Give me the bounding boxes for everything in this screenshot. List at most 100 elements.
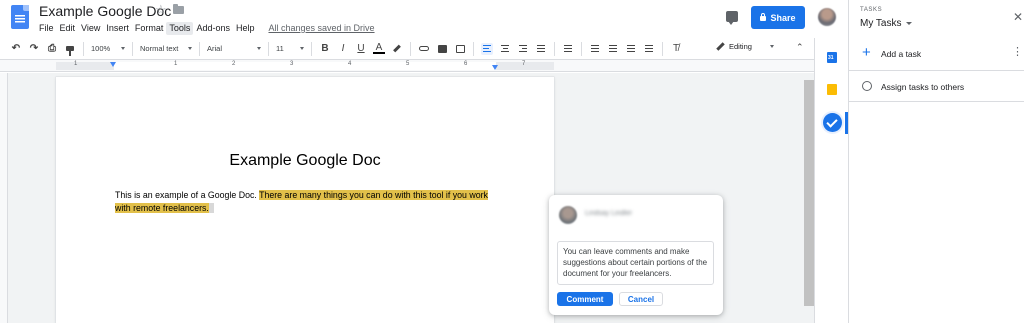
menu-format[interactable]: Format bbox=[132, 22, 167, 35]
menu-view[interactable]: View bbox=[78, 22, 103, 35]
collapse-toolbar-icon[interactable]: ⌃ bbox=[796, 42, 804, 53]
underline-button[interactable]: U bbox=[355, 43, 367, 55]
ruler-mark: 5 bbox=[406, 61, 410, 67]
add-task-row[interactable]: + Add a task ⋮ bbox=[849, 38, 1024, 71]
toolbar-divider bbox=[268, 41, 269, 56]
ruler-mark: 1 bbox=[174, 61, 178, 67]
chevron-down-icon bbox=[905, 22, 912, 25]
close-icon[interactable]: ✕ bbox=[1013, 11, 1023, 23]
align-left-icon[interactable] bbox=[481, 42, 493, 55]
menu-file[interactable]: File bbox=[39, 22, 57, 35]
keep-icon[interactable] bbox=[827, 84, 837, 95]
editing-mode-select[interactable]: Editing bbox=[716, 42, 774, 51]
add-comment-icon[interactable] bbox=[436, 43, 448, 55]
horizontal-ruler: 1 1 2 3 4 5 6 7 bbox=[0, 60, 814, 72]
document-title[interactable]: Example Google Doc bbox=[39, 3, 171, 19]
vertical-ruler bbox=[0, 73, 8, 323]
right-indent-marker[interactable] bbox=[492, 65, 498, 70]
link-icon[interactable] bbox=[418, 43, 430, 55]
document-heading[interactable]: Example Google Doc bbox=[56, 152, 554, 170]
comment-cancel-button[interactable]: Cancel bbox=[619, 292, 663, 306]
share-label: Share bbox=[770, 12, 796, 23]
assign-tasks-label: Assign tasks to others bbox=[881, 82, 965, 92]
paint-format-icon[interactable] bbox=[64, 43, 76, 56]
side-panel-rail bbox=[814, 38, 848, 323]
increase-indent-icon[interactable] bbox=[643, 43, 655, 55]
menu-addons[interactable]: Add-ons bbox=[193, 22, 233, 35]
selection-caret bbox=[208, 203, 214, 213]
align-right-icon[interactable] bbox=[517, 43, 529, 55]
undo-icon[interactable]: ↶ bbox=[10, 43, 22, 55]
toolbar-divider bbox=[83, 41, 84, 56]
font-select[interactable]: Arial bbox=[204, 42, 264, 56]
document-page[interactable]: Example Google Doc This is an example of… bbox=[56, 77, 554, 323]
docs-logo-icon[interactable] bbox=[11, 5, 29, 29]
formatting-toolbar: ↶ ↷ ⎙ 100% Normal text Arial 11 B I U A … bbox=[0, 38, 814, 60]
tasks-icon[interactable] bbox=[823, 113, 842, 132]
font-value: Arial bbox=[207, 44, 223, 53]
left-indent-marker[interactable] bbox=[110, 62, 116, 67]
toolbar-divider bbox=[581, 41, 582, 56]
zoom-select[interactable]: 100% bbox=[88, 42, 128, 56]
vertical-scrollbar[interactable] bbox=[804, 80, 814, 306]
align-center-icon[interactable] bbox=[499, 43, 511, 55]
save-status-link[interactable]: All changes saved in Drive bbox=[265, 22, 377, 35]
toolbar-divider bbox=[473, 41, 474, 56]
bold-button[interactable]: B bbox=[319, 43, 331, 55]
commenter-avatar bbox=[559, 206, 577, 224]
ruler-mark: 7 bbox=[522, 61, 526, 67]
font-size-select[interactable]: 11 bbox=[273, 42, 307, 56]
toolbar-divider bbox=[554, 41, 555, 56]
bulleted-list-icon[interactable] bbox=[607, 43, 619, 55]
star-icon[interactable]: ☆ bbox=[155, 2, 167, 18]
redo-icon[interactable]: ↷ bbox=[28, 43, 40, 55]
toolbar-divider bbox=[199, 41, 200, 56]
numbered-list-icon[interactable] bbox=[589, 43, 601, 55]
clear-formatting-icon[interactable]: T̸ bbox=[670, 43, 682, 55]
ruler-mark: 1 bbox=[74, 61, 78, 67]
account-avatar[interactable] bbox=[818, 8, 836, 26]
more-vert-icon[interactable]: ⋮ bbox=[1012, 47, 1023, 58]
document-paragraph[interactable]: This is an example of a Google Doc. Ther… bbox=[115, 189, 505, 215]
italic-button[interactable]: I bbox=[337, 43, 349, 55]
justify-icon[interactable] bbox=[535, 43, 547, 55]
paragraph-plain-text: This is an example of a Google Doc. bbox=[115, 190, 260, 200]
menu-edit[interactable]: Edit bbox=[57, 22, 79, 35]
commenter-name: Lindsay Lindler bbox=[585, 210, 633, 217]
menu-bar: File Edit View Insert Format Tools Add-o… bbox=[39, 22, 378, 35]
chevron-down-icon bbox=[188, 47, 192, 50]
share-button[interactable]: Share bbox=[751, 6, 805, 29]
add-task-label: Add a task bbox=[881, 49, 922, 59]
decrease-indent-icon[interactable] bbox=[625, 43, 637, 55]
chevron-down-icon bbox=[300, 47, 304, 50]
calendar-icon[interactable] bbox=[827, 52, 837, 63]
text-color-button[interactable]: A bbox=[373, 42, 385, 54]
chevron-down-icon bbox=[121, 47, 125, 50]
style-select[interactable]: Normal text bbox=[137, 42, 195, 56]
folder-icon[interactable] bbox=[173, 4, 184, 14]
menu-insert[interactable]: Insert bbox=[103, 22, 132, 35]
comment-history-icon[interactable] bbox=[726, 11, 738, 25]
pencil-icon bbox=[716, 42, 725, 51]
print-icon[interactable]: ⎙ bbox=[46, 43, 58, 55]
ruler-mark: 2 bbox=[232, 61, 236, 67]
line-spacing-icon[interactable] bbox=[562, 43, 574, 55]
menu-tools[interactable]: Tools bbox=[166, 22, 194, 35]
menu-help[interactable]: Help bbox=[233, 22, 258, 35]
comment-submit-button[interactable]: Comment bbox=[557, 292, 613, 306]
comment-input[interactable]: You can leave comments and make suggesti… bbox=[557, 241, 714, 285]
insert-image-icon[interactable] bbox=[454, 43, 466, 55]
tasks-panel: TASKS My Tasks ✕ + Add a task ⋮ Assign t… bbox=[848, 0, 1024, 323]
ruler-track bbox=[56, 62, 554, 70]
highlight-pen-icon[interactable] bbox=[391, 43, 403, 55]
chevron-down-icon bbox=[257, 47, 261, 50]
assign-tasks-row[interactable]: Assign tasks to others bbox=[849, 72, 1024, 102]
app-header: Example Google Doc ☆ File Edit View Inse… bbox=[0, 0, 848, 38]
font-size-value: 11 bbox=[276, 44, 284, 53]
style-value: Normal text bbox=[140, 44, 179, 53]
task-list-select[interactable]: My Tasks bbox=[860, 18, 912, 29]
ruler-mark: 6 bbox=[464, 61, 468, 67]
ruler-left-margin bbox=[56, 62, 114, 70]
lock-icon bbox=[760, 13, 767, 21]
toolbar-divider bbox=[410, 41, 411, 56]
